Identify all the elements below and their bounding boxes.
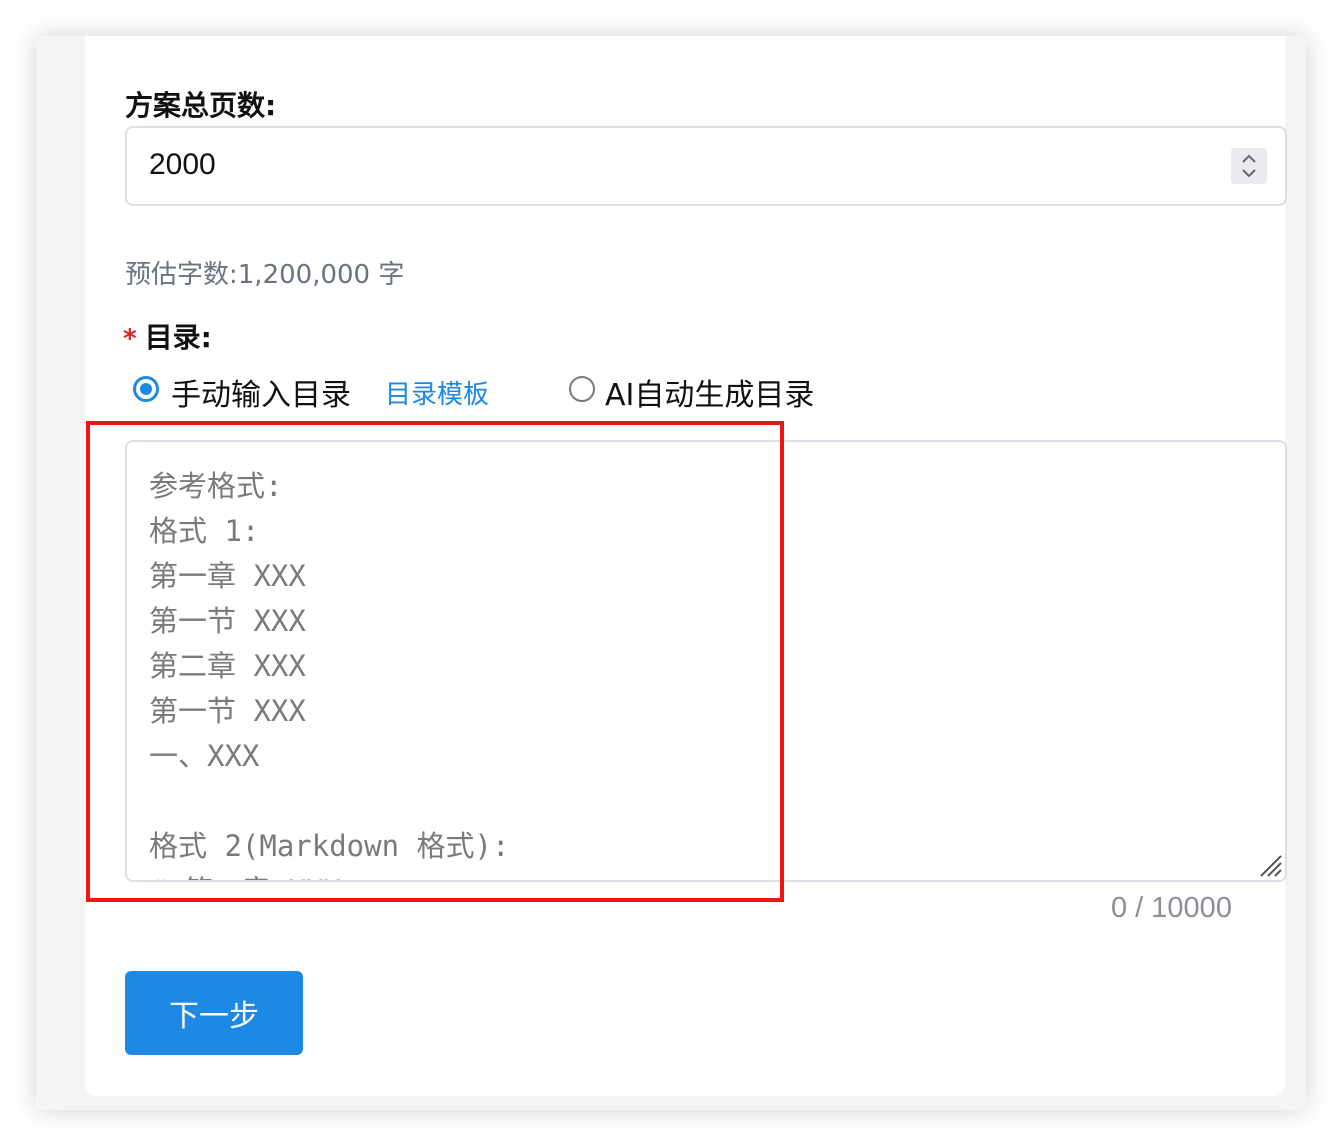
toc-textarea[interactable]: 参考格式: 格式 1: 第一章 XXX 第一节 XXX 第二章 XXX 第一节 … [125,440,1287,882]
toc-template-link[interactable]: 目录模板 [385,374,489,411]
stepper-chevrons-icon [1242,154,1256,178]
char-counter: 0 / 10000 [1111,892,1232,924]
toc-label: * 目录: [123,316,212,356]
total-pages-value: 2000 [149,148,216,181]
toc-label-text: 目录: [144,321,212,354]
toc-textarea-placeholder: 参考格式: 格式 1: 第一章 XXX 第一节 XXX 第二章 XXX 第一节 … [149,469,510,880]
total-pages-input[interactable]: 2000 [125,126,1287,206]
radio-manual-input[interactable] [133,376,159,402]
next-step-button[interactable]: 下一步 [125,971,303,1055]
radio-manual-label[interactable]: 手动输入目录 [171,370,351,414]
toc-mode-radio-group: 手动输入目录 目录模板 AI自动生成目录 [133,366,1233,413]
estimated-words-hint: 预估字数:1,200,000 字 [125,260,405,290]
resize-handle-icon[interactable] [1257,852,1283,878]
total-pages-label: 方案总页数: [125,89,277,122]
form-card: 方案总页数: 2000 预估字数:1,200,000 字 * 目录: 手动输入目录… [85,36,1287,1096]
number-stepper[interactable] [1231,148,1267,184]
required-mark: * [123,324,137,354]
radio-ai-label[interactable]: AI自动生成目录 [605,370,814,414]
window-frame: 方案总页数: 2000 预估字数:1,200,000 字 * 目录: 手动输入目录… [36,36,1306,1110]
radio-ai-generate[interactable] [569,376,595,402]
